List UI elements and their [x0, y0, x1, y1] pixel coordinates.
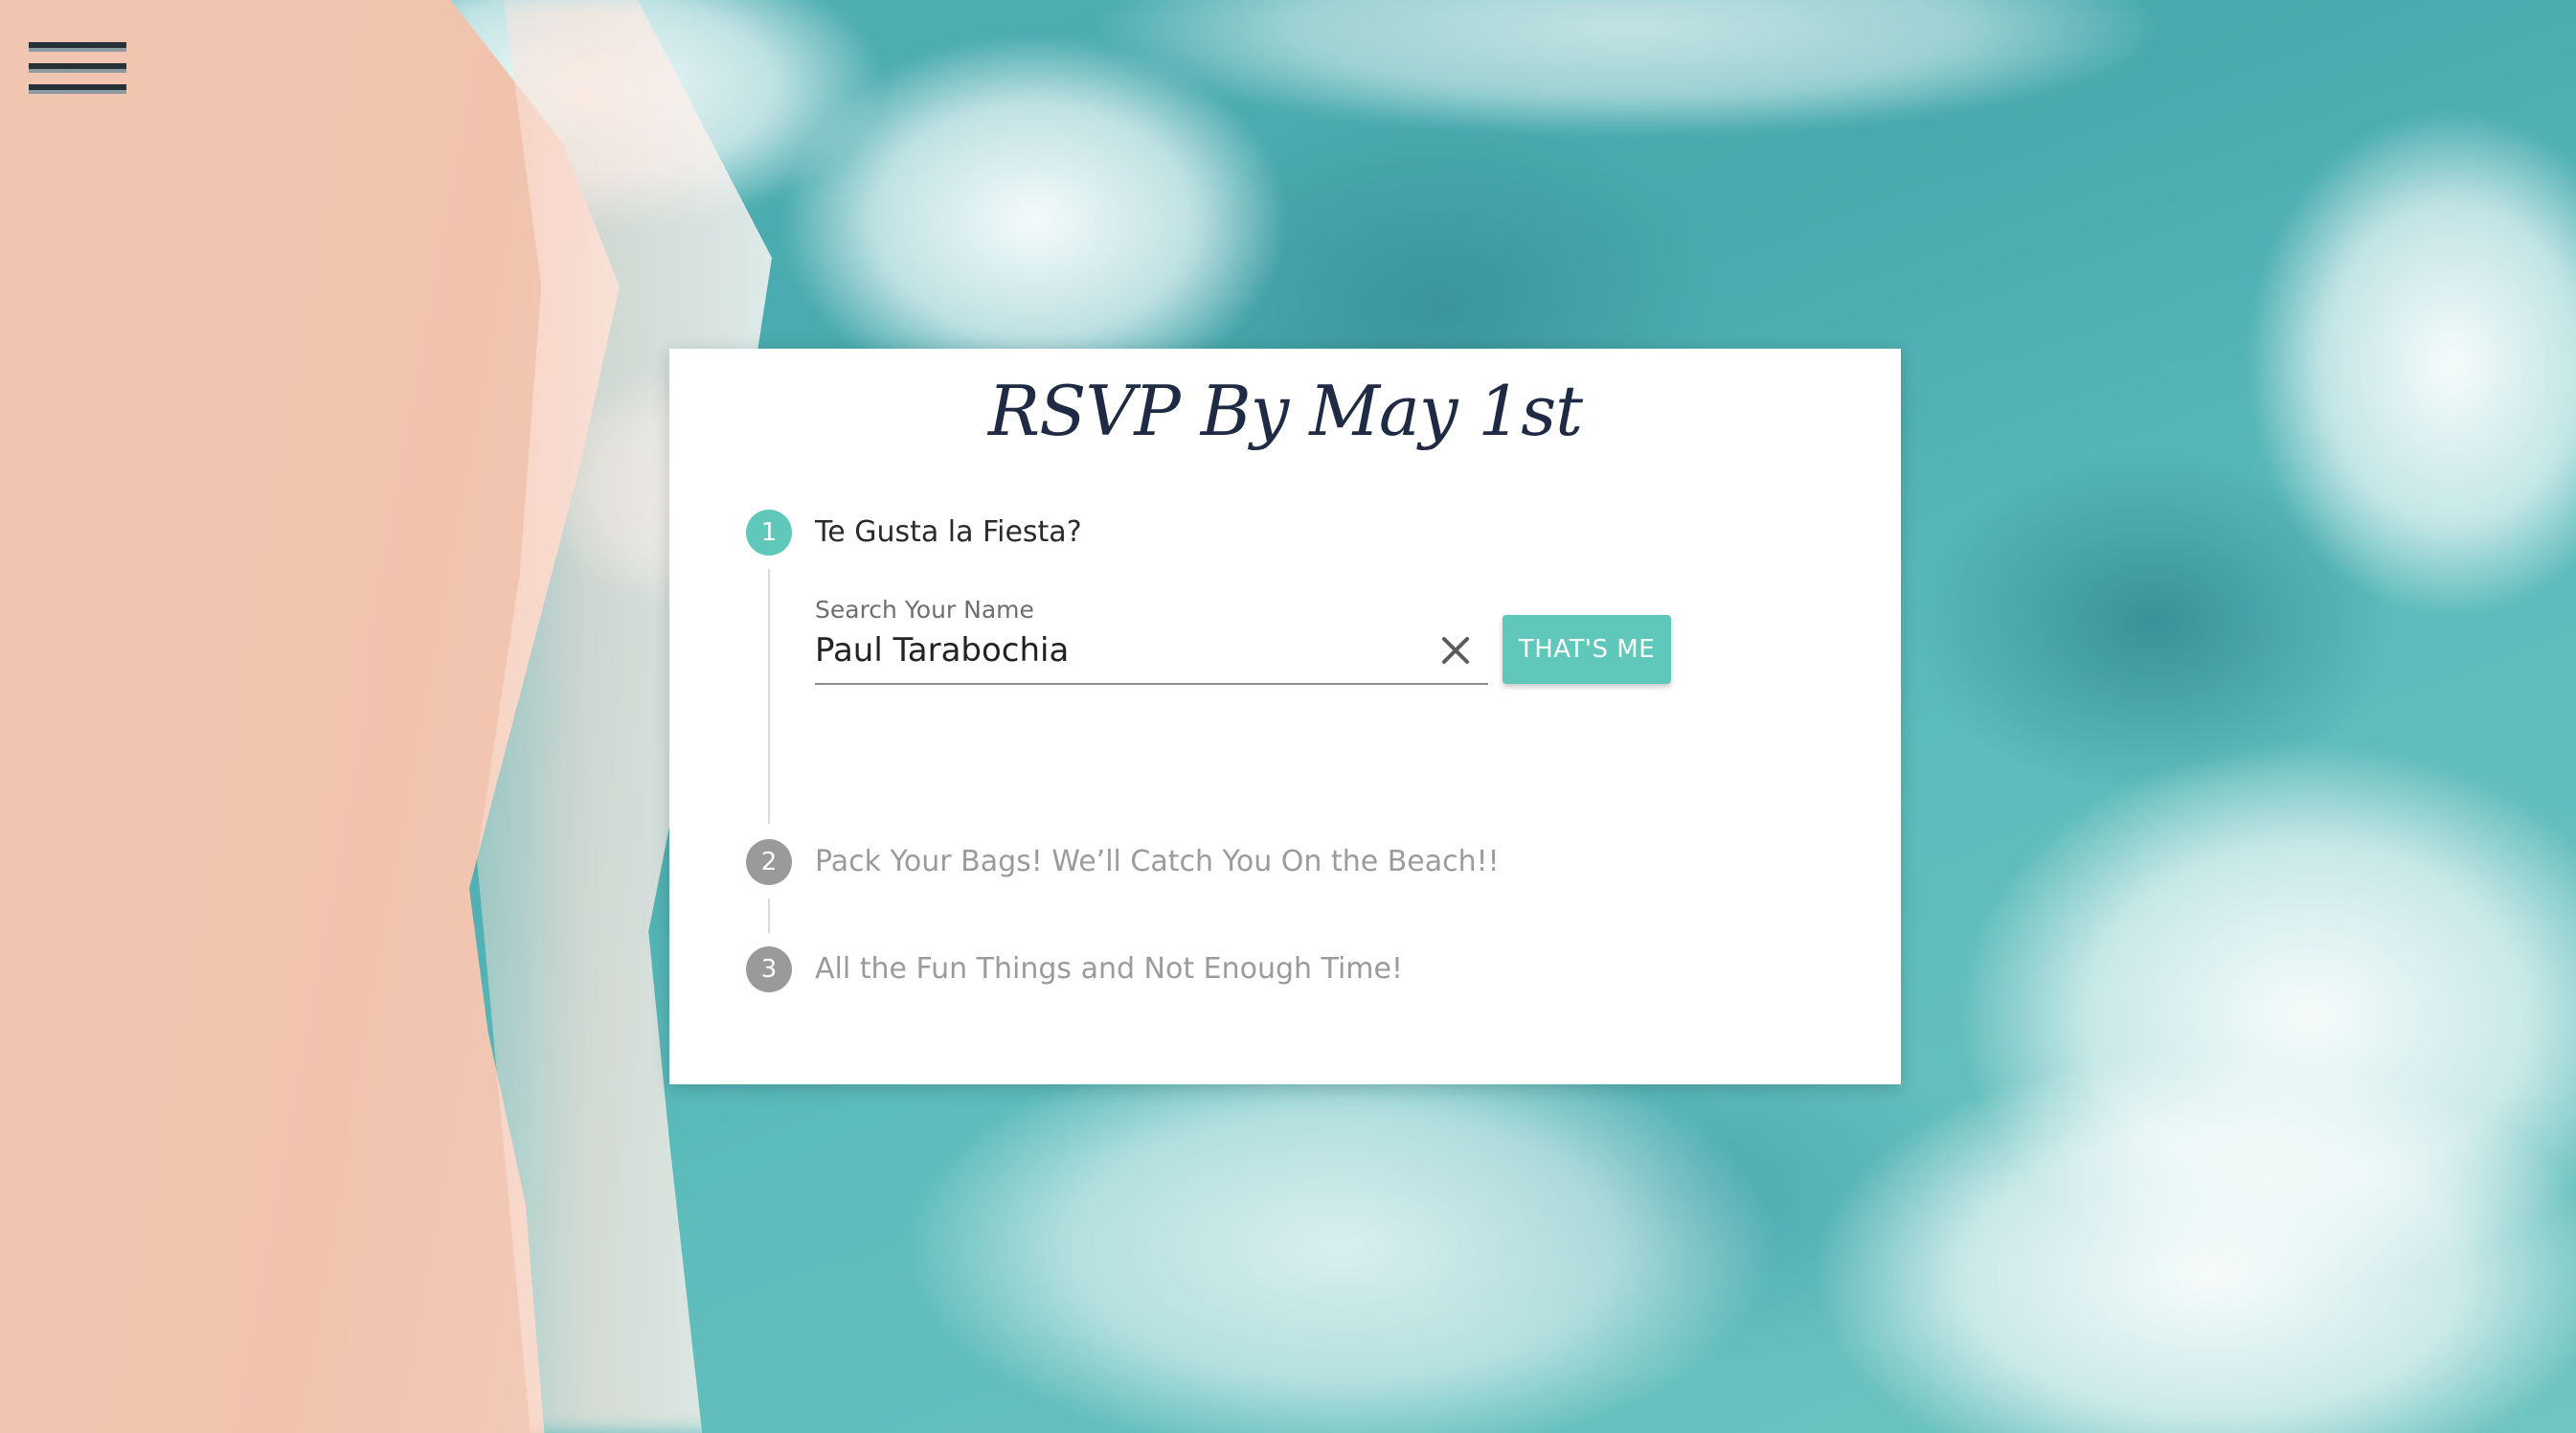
- menu-bar: [29, 42, 126, 48]
- hamburger-menu-icon[interactable]: [29, 42, 126, 96]
- step-3-indicator[interactable]: 3: [746, 946, 792, 992]
- step-2-label[interactable]: Pack Your Bags! We’ll Catch You On the B…: [815, 843, 1500, 881]
- step-3-label[interactable]: All the Fun Things and Not Enough Time!: [815, 950, 1403, 989]
- close-icon[interactable]: [1435, 630, 1476, 671]
- step-2-indicator[interactable]: 2: [746, 839, 792, 885]
- thats-me-button[interactable]: THAT'S ME: [1503, 615, 1671, 684]
- rsvp-title: RSVP By May 1st: [987, 371, 1583, 451]
- menu-bar: [29, 84, 126, 90]
- step-connector: [768, 569, 770, 824]
- step-1-label[interactable]: Te Gusta la Fiesta?: [815, 513, 1082, 552]
- search-name-label: Search Your Name: [815, 596, 1034, 624]
- rsvp-card: RSVP By May 1st 1 Te Gusta la Fiesta? Se…: [669, 349, 1901, 1084]
- menu-bar: [29, 63, 126, 69]
- search-name-input[interactable]: [815, 628, 1428, 672]
- step-connector: [768, 898, 770, 933]
- input-underline: [815, 683, 1488, 685]
- step-1-indicator[interactable]: 1: [746, 510, 792, 556]
